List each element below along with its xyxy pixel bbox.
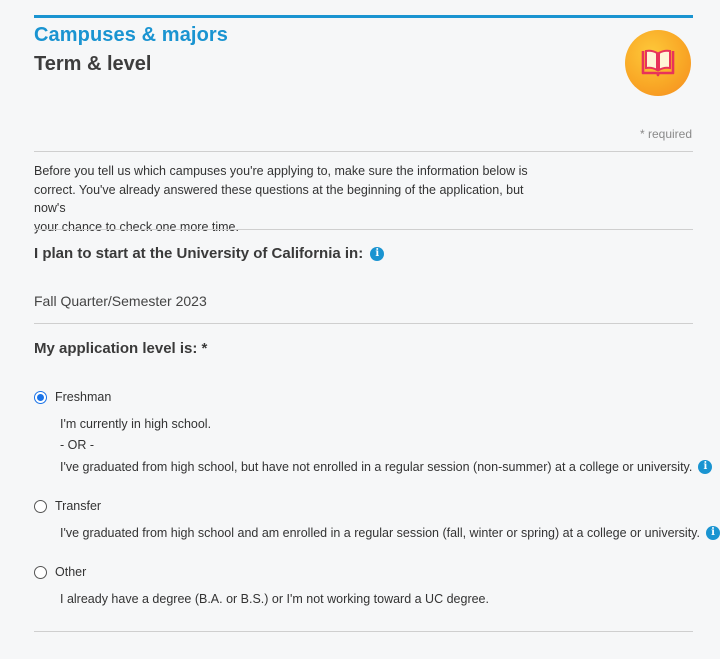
intro-line: your chance to check one more time. [34,219,239,234]
radio-option-freshman[interactable]: Freshman [34,390,111,404]
level-question-label: My application level is: * [34,340,208,357]
info-icon[interactable]: i [705,526,720,540]
freshman-desc-3: I've graduated from high school, but hav… [60,460,713,474]
other-desc-text: I already have a degree (B.A. or B.S.) o… [60,592,489,606]
divider [34,151,693,152]
freshman-desc-2: - OR - [60,438,94,452]
divider [34,631,693,632]
radio-freshman[interactable] [34,390,47,404]
intro-text: Before you tell us which campuses you're… [34,162,534,236]
radio-other[interactable] [34,565,47,579]
page-title: Term & level [34,53,152,75]
radio-label-other[interactable]: Other [55,565,86,579]
divider [34,229,693,230]
section-title: Campuses & majors [34,24,228,46]
level-question: My application level is: * [34,340,207,357]
info-icon[interactable]: i [698,460,713,474]
info-icon[interactable]: i [370,246,385,261]
freshman-desc-text: I've graduated from high school, but hav… [60,460,693,474]
radio-option-transfer[interactable]: Transfer [34,499,101,513]
intro-line: correct. You've already answered these q… [34,182,524,216]
term-value: Fall Quarter/Semester 2023 [34,293,207,309]
freshman-desc-text: I'm currently in high school. [60,417,212,431]
intro-line: Before you tell us which campuses you're… [34,164,528,178]
radio-transfer[interactable] [34,499,47,513]
freshman-desc-1: I'm currently in high school. [60,417,211,431]
book-logo-icon [625,30,691,96]
required-note: * required [639,127,692,141]
top-accent-rule [34,15,693,18]
divider [34,323,693,324]
freshman-desc-text: - OR - [60,438,95,452]
radio-option-other[interactable]: Other [34,565,86,579]
term-question-label: I plan to start at the University of Cal… [34,245,364,262]
radio-label-transfer[interactable]: Transfer [55,499,101,513]
transfer-desc-text: I've graduated from high school and am e… [60,526,700,540]
transfer-desc: I've graduated from high school and am e… [60,526,720,540]
other-desc: I already have a degree (B.A. or B.S.) o… [60,592,489,606]
term-question: I plan to start at the University of Cal… [34,245,385,262]
radio-label-freshman[interactable]: Freshman [55,390,111,404]
book-icon [641,49,675,77]
